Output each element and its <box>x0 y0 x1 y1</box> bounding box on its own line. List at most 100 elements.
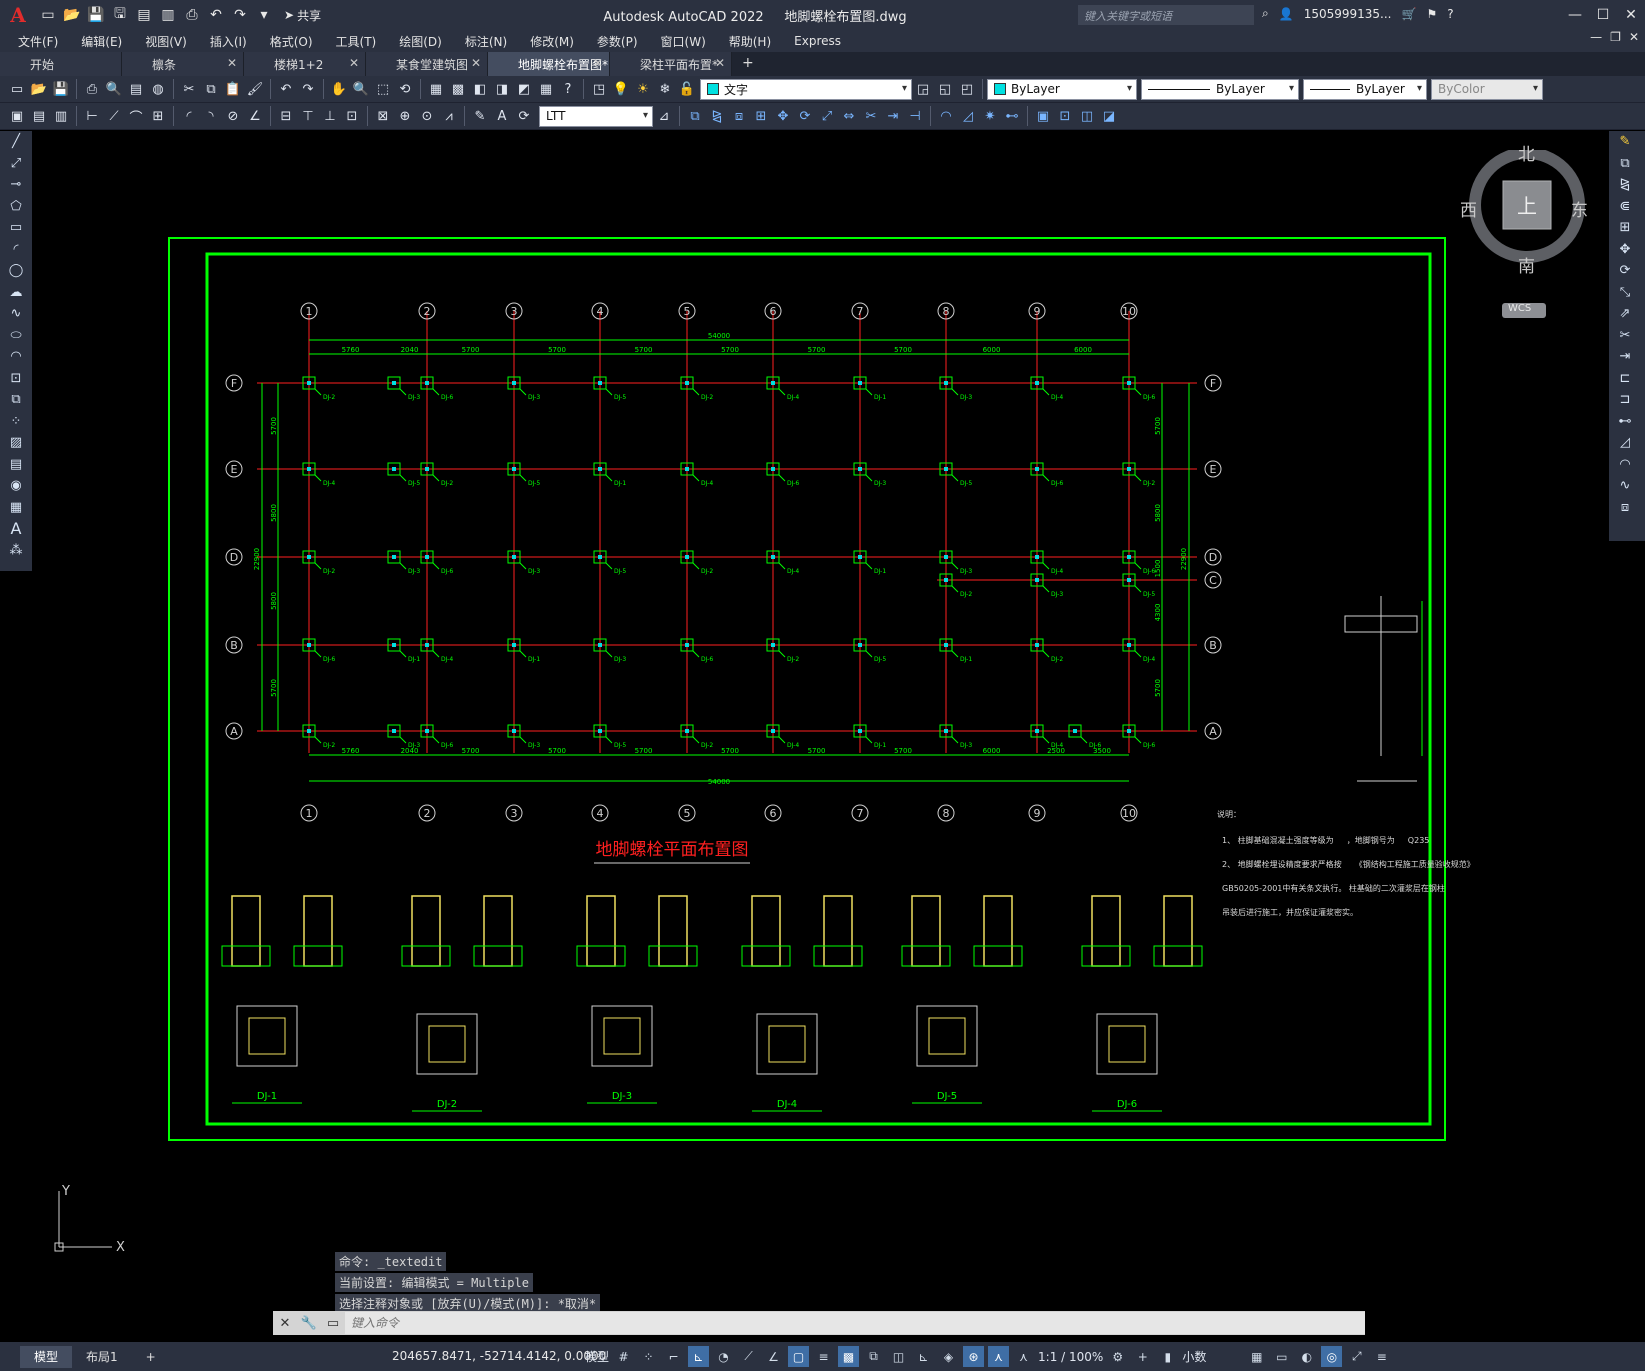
xref-icon[interactable]: ◪ <box>1099 106 1119 126</box>
quick-dim-icon[interactable]: ▥ <box>51 106 71 126</box>
customization-icon[interactable]: ≡ <box>1371 1346 1392 1367</box>
match-prop-icon[interactable]: 🖌 <box>245 79 265 99</box>
tab-start[interactable]: 开始 <box>0 52 122 76</box>
close-icon[interactable]: ✕ <box>227 56 237 70</box>
radius-dim-icon[interactable]: ◜ <box>179 106 199 126</box>
explode-icon[interactable]: ⧈ <box>1609 497 1641 519</box>
revision-cloud-icon[interactable]: ☁ <box>0 282 32 304</box>
close-icon[interactable]: ✕ <box>593 56 603 70</box>
units-icon[interactable]: ▮ <box>1157 1346 1178 1367</box>
new-icon[interactable]: ▭ <box>38 5 58 25</box>
insert-block-icon[interactable]: ⊡ <box>0 368 32 390</box>
save-icon[interactable]: 💾 <box>51 79 71 99</box>
offset-icon[interactable]: ⧈ <box>729 106 749 126</box>
inspect-icon[interactable]: ⊙ <box>417 106 437 126</box>
menu-file[interactable]: 文件(F) <box>18 33 58 50</box>
extend-icon[interactable]: ⇥ <box>1609 346 1641 368</box>
mirror-icon[interactable]: ⧎ <box>1609 174 1641 196</box>
share-button[interactable]: ➤ 共享 <box>284 7 321 24</box>
plotstyle-dropdown[interactable]: ByColor ▾ <box>1431 78 1543 100</box>
save-icon[interactable]: 💾 <box>86 5 106 25</box>
undo-icon[interactable]: ↶ <box>206 5 226 25</box>
viewcube-south[interactable]: 南 <box>1518 252 1535 277</box>
auto-scale-icon[interactable]: ⋏ <box>1013 1346 1034 1367</box>
quick-properties-icon[interactable]: ▦ <box>1246 1346 1267 1367</box>
doc-minimize-icon[interactable]: — <box>1590 30 1602 44</box>
workspace-gear-icon[interactable]: ⚙ <box>1107 1346 1128 1367</box>
move-icon[interactable]: ✥ <box>1609 239 1641 261</box>
hatch-icon[interactable]: ▨ <box>0 432 32 454</box>
clean-screen-icon[interactable]: ⤢ <box>1346 1346 1367 1367</box>
close-icon[interactable]: ✕ <box>715 56 725 70</box>
menu-express[interactable]: Express <box>794 34 841 48</box>
arc-icon[interactable]: ◜ <box>0 239 32 261</box>
tab-model[interactable]: 模型 <box>20 1345 73 1368</box>
wcs-menu[interactable]: WCS <box>1502 303 1546 318</box>
chamfer-icon[interactable]: ◿ <box>1609 432 1641 454</box>
recent-commands-icon[interactable]: ▭ <box>321 1316 345 1331</box>
selection-cycling-icon[interactable]: ⧉ <box>863 1346 884 1367</box>
copy-object-icon[interactable]: ⧉ <box>685 106 705 126</box>
close-icon[interactable]: ✕ <box>471 56 481 70</box>
properties-icon[interactable]: ▦ <box>426 79 446 99</box>
attach-icon[interactable]: ◫ <box>1077 106 1097 126</box>
add-selected-icon[interactable]: ⁂ <box>0 540 32 562</box>
annotation-scale[interactable]: 1:1 / 100% <box>1038 1350 1103 1364</box>
menu-edit[interactable]: 编辑(E) <box>81 33 122 50</box>
cart-icon[interactable]: 🛒 <box>1401 7 1416 21</box>
circle-icon[interactable]: ◯ <box>0 260 32 282</box>
add-layout-icon[interactable]: + <box>132 1346 170 1368</box>
baseline-dim-icon[interactable]: ⊤ <box>298 106 318 126</box>
add-tab-icon[interactable]: + <box>732 52 762 76</box>
user-icon[interactable]: 👤 <box>1279 7 1294 21</box>
trim-icon[interactable]: ✂ <box>861 106 881 126</box>
save-web-icon[interactable]: ▥ <box>158 5 178 25</box>
search-input[interactable]: 键入关键字或短语 <box>1078 5 1254 25</box>
sheet-set-icon[interactable]: ◨ <box>492 79 512 99</box>
fillet-icon[interactable]: ◠ <box>936 106 956 126</box>
layer-previous-icon[interactable]: ◱ <box>935 79 955 99</box>
customize-wrench-icon[interactable]: 🔧 <box>297 1316 321 1331</box>
polyline-icon[interactable]: ⊸ <box>0 174 32 196</box>
menu-tools[interactable]: 工具(T) <box>336 33 377 50</box>
tab-beam-column[interactable]: 梁柱平面布置* ✕ <box>610 52 732 76</box>
command-close-icon[interactable]: ✕ <box>273 1316 297 1331</box>
annotation-monitor-icon[interactable]: + <box>1132 1346 1153 1367</box>
freeze-icon[interactable]: ❄ <box>655 79 675 99</box>
units-value[interactable]: 小数 <box>1182 1348 1242 1365</box>
center-mark-icon[interactable]: ⊕ <box>395 106 415 126</box>
chamfer-icon[interactable]: ◿ <box>958 106 978 126</box>
gradient-icon[interactable]: ▤ <box>0 454 32 476</box>
mtext-icon[interactable]: A <box>0 518 32 540</box>
redo-icon[interactable]: ↷ <box>230 5 250 25</box>
block-icon[interactable]: ▣ <box>1033 106 1053 126</box>
ellipse-arc-icon[interactable]: ◠ <box>0 346 32 368</box>
undo-icon[interactable]: ↶ <box>276 79 296 99</box>
isodraft-icon[interactable]: ⟋ <box>738 1346 759 1367</box>
sun-icon[interactable]: ☀ <box>633 79 653 99</box>
command-input[interactable] <box>345 1312 1365 1334</box>
table-icon[interactable]: ▦ <box>0 497 32 519</box>
open-icon[interactable]: 📂 <box>62 5 82 25</box>
rotate-icon[interactable]: ⟳ <box>1609 260 1641 282</box>
open-icon[interactable]: 📂 <box>29 79 49 99</box>
object-snap-icon[interactable]: ▢ <box>788 1346 810 1367</box>
break-icon[interactable]: ⊣ <box>905 106 925 126</box>
save-as-icon[interactable]: 🖫 <box>110 5 130 25</box>
angular-dim-icon[interactable]: ∠ <box>245 106 265 126</box>
break-icon[interactable]: ⊐ <box>1609 389 1641 411</box>
tolerance-icon[interactable]: ⊠ <box>373 106 393 126</box>
break-at-point-icon[interactable]: ⊏ <box>1609 368 1641 390</box>
lock-icon[interactable]: 🔓 <box>677 79 697 99</box>
explode-icon[interactable]: ✷ <box>980 106 1000 126</box>
aligned-dim-icon[interactable]: ⟋ <box>104 106 124 126</box>
workspace-icon[interactable]: ▣ <box>7 106 27 126</box>
lineweight-dropdown[interactable]: ByLayer ▾ <box>1303 78 1427 100</box>
menu-help[interactable]: 帮助(H) <box>729 33 771 50</box>
design-center-icon[interactable]: ▩ <box>448 79 468 99</box>
viewcube-west[interactable]: 西 <box>1460 196 1477 221</box>
menu-format[interactable]: 格式(O) <box>270 33 313 50</box>
dynamic-ucs-icon[interactable]: ⊾ <box>913 1346 934 1367</box>
join-icon[interactable]: ⊷ <box>1002 106 1022 126</box>
tab-purlin[interactable]: 檩条 ✕ <box>122 52 244 76</box>
